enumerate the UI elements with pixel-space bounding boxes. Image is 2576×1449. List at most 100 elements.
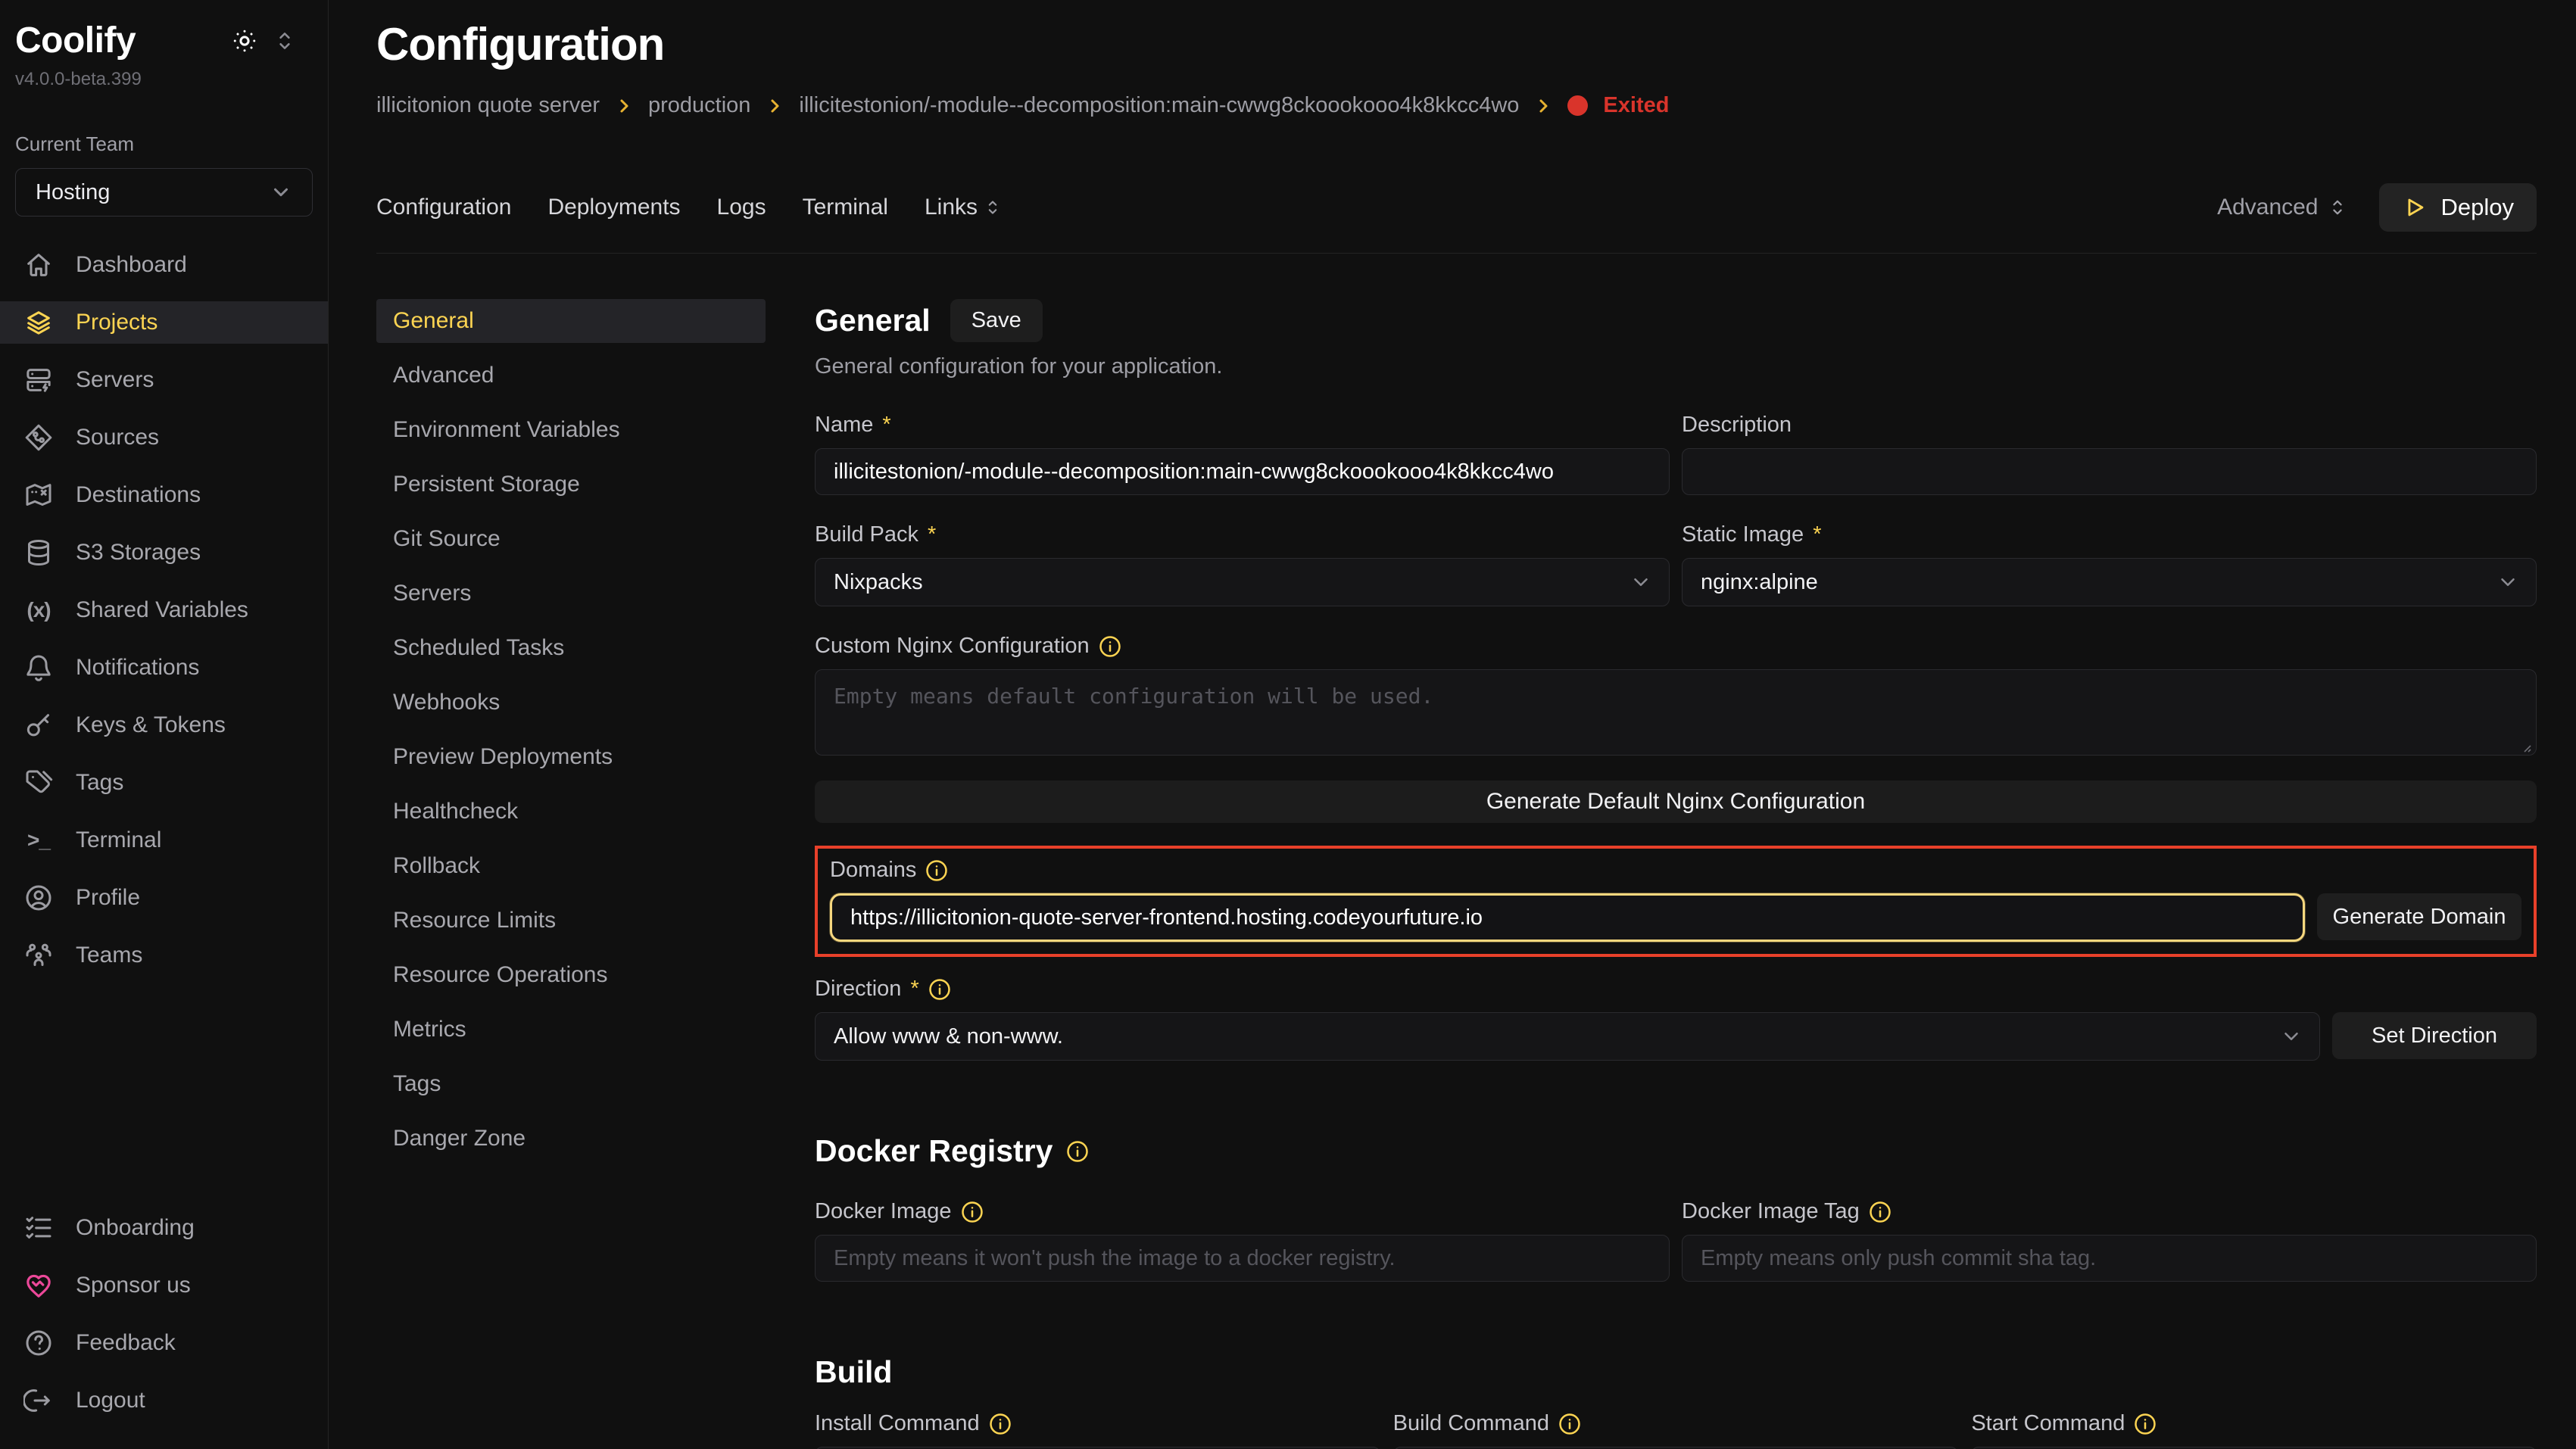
sidebar-item-sponsor-us[interactable]: Sponsor us bbox=[0, 1264, 328, 1307]
sidebar-item-tags[interactable]: Tags bbox=[0, 762, 328, 804]
tab-deployments[interactable]: Deployments bbox=[547, 195, 680, 220]
app-logo: Coolify bbox=[15, 20, 136, 61]
chevron-right-icon bbox=[615, 97, 633, 115]
tab-logs[interactable]: Logs bbox=[717, 195, 766, 220]
info-icon[interactable] bbox=[1066, 1140, 1089, 1163]
info-icon[interactable] bbox=[989, 1413, 1012, 1435]
subnav-item-metrics[interactable]: Metrics bbox=[376, 1008, 766, 1052]
set-direction-button[interactable]: Set Direction bbox=[2332, 1012, 2537, 1059]
logout-icon bbox=[23, 1385, 55, 1416]
sidebar-item-feedback[interactable]: Feedback bbox=[0, 1322, 328, 1364]
generate-nginx-button[interactable]: Generate Default Nginx Configuration bbox=[815, 781, 2537, 823]
sidebar-item-keys-tokens[interactable]: Keys & Tokens bbox=[0, 704, 328, 746]
sidebar-item-onboarding[interactable]: Onboarding bbox=[0, 1207, 328, 1249]
static-image-select[interactable]: nginx:alpine bbox=[1682, 558, 2537, 606]
sidebar-item-s3-storages[interactable]: S3 Storages bbox=[0, 531, 328, 574]
sidebar-item-label: Teams bbox=[76, 943, 142, 968]
checklist-icon bbox=[23, 1213, 55, 1243]
sidebar-item-sources[interactable]: Sources bbox=[0, 416, 328, 459]
advanced-select[interactable]: Advanced bbox=[2217, 195, 2345, 220]
git-source-icon bbox=[23, 422, 55, 453]
subnav-item-webhooks[interactable]: Webhooks bbox=[376, 681, 766, 724]
info-icon[interactable] bbox=[928, 978, 951, 1001]
direction-select[interactable]: Allow www & non-www. bbox=[815, 1012, 2320, 1061]
status-badge: Exited bbox=[1603, 93, 1669, 118]
info-icon[interactable] bbox=[2134, 1413, 2157, 1435]
breadcrumb: illicitonion quote server production ill… bbox=[376, 93, 2537, 118]
sidebar-item-logout[interactable]: Logout bbox=[0, 1379, 328, 1422]
description-label: Description bbox=[1682, 413, 1792, 438]
deploy-button-label: Deploy bbox=[2441, 194, 2515, 221]
team-select[interactable]: Hosting bbox=[15, 168, 313, 217]
subnav-item-advanced[interactable]: Advanced bbox=[376, 354, 766, 397]
breadcrumb-environment[interactable]: production bbox=[648, 93, 750, 118]
breadcrumb-application[interactable]: illicitestonion/-module--decomposition:m… bbox=[799, 93, 1519, 118]
sidebar-item-notifications[interactable]: Notifications bbox=[0, 647, 328, 689]
breadcrumb-project[interactable]: illicitonion quote server bbox=[376, 93, 600, 118]
sidebar-item-projects[interactable]: Projects bbox=[0, 301, 328, 344]
generate-domain-button[interactable]: Generate Domain bbox=[2317, 893, 2521, 940]
subnav-item-persistent-storage[interactable]: Persistent Storage bbox=[376, 463, 766, 506]
tab-configuration[interactable]: Configuration bbox=[376, 195, 511, 220]
sidebar-item-teams[interactable]: Teams bbox=[0, 934, 328, 977]
theme-sun-icon[interactable] bbox=[231, 27, 258, 55]
docker-image-input[interactable] bbox=[815, 1235, 1670, 1282]
description-input[interactable] bbox=[1682, 448, 2537, 495]
subnav-item-git-source[interactable]: Git Source bbox=[376, 517, 766, 561]
nginx-config-textarea[interactable] bbox=[815, 669, 2537, 756]
general-heading: General bbox=[815, 303, 931, 338]
domains-highlight-box: Domains Generate Domain bbox=[815, 846, 2537, 957]
chevron-right-icon bbox=[1534, 97, 1552, 115]
chevron-down-icon bbox=[2496, 571, 2519, 594]
sidebar-footer-nav: Onboarding Sponsor us Feedback Logout bbox=[0, 1207, 328, 1422]
sidebar-item-label: Keys & Tokens bbox=[76, 712, 226, 738]
docker-image-label: Docker Image bbox=[815, 1199, 952, 1224]
chevrons-updown-icon bbox=[2329, 197, 2346, 218]
subnav-item-servers[interactable]: Servers bbox=[376, 572, 766, 615]
required-asterisk: * bbox=[928, 522, 936, 547]
sidebar-item-profile[interactable]: Profile bbox=[0, 877, 328, 919]
sidebar-item-servers[interactable]: Servers bbox=[0, 359, 328, 401]
domains-input[interactable] bbox=[830, 893, 2305, 942]
sidebar-item-destinations[interactable]: Destinations bbox=[0, 474, 328, 516]
subnav-item-environment-variables[interactable]: Environment Variables bbox=[376, 408, 766, 452]
required-asterisk: * bbox=[882, 413, 890, 438]
subnav-item-danger-zone[interactable]: Danger Zone bbox=[376, 1117, 766, 1161]
info-icon[interactable] bbox=[961, 1201, 984, 1223]
info-icon[interactable] bbox=[1869, 1201, 1891, 1223]
tabs-divider bbox=[376, 253, 2537, 254]
info-icon[interactable] bbox=[925, 859, 948, 882]
subnav-item-scheduled-tasks[interactable]: Scheduled Tasks bbox=[376, 626, 766, 670]
subnav-item-resource-operations[interactable]: Resource Operations bbox=[376, 953, 766, 997]
deploy-button[interactable]: Deploy bbox=[2379, 183, 2537, 232]
sidebar-item-terminal[interactable]: >_ Terminal bbox=[0, 819, 328, 862]
main-content: Configuration illicitonion quote server … bbox=[329, 0, 2576, 1449]
braces-x-icon: (x) bbox=[23, 598, 55, 622]
resize-grip-icon[interactable] bbox=[2520, 741, 2532, 753]
sidebar-item-dashboard[interactable]: Dashboard bbox=[0, 244, 328, 286]
subnav-item-tags[interactable]: Tags bbox=[376, 1062, 766, 1106]
terminal-icon: >_ bbox=[23, 828, 55, 852]
subnav-item-healthcheck[interactable]: Healthcheck bbox=[376, 790, 766, 834]
name-input[interactable] bbox=[815, 448, 1670, 495]
subnav-item-rollback[interactable]: Rollback bbox=[376, 844, 766, 888]
tab-links[interactable]: Links bbox=[925, 195, 1000, 220]
info-icon[interactable] bbox=[1558, 1413, 1581, 1435]
server-icon bbox=[23, 365, 55, 395]
build-heading: Build bbox=[815, 1354, 2537, 1390]
subnav-item-general[interactable]: General bbox=[376, 299, 766, 343]
subnav-item-preview-deployments[interactable]: Preview Deployments bbox=[376, 735, 766, 779]
docker-image-tag-input[interactable] bbox=[1682, 1235, 2537, 1282]
static-image-value: nginx:alpine bbox=[1701, 570, 1818, 595]
theme-selector-chevrons-icon[interactable] bbox=[275, 30, 295, 52]
info-icon[interactable] bbox=[1099, 635, 1121, 658]
tab-terminal[interactable]: Terminal bbox=[803, 195, 888, 220]
subnav-item-resource-limits[interactable]: Resource Limits bbox=[376, 899, 766, 943]
sidebar-item-label: Terminal bbox=[76, 827, 161, 853]
sidebar-item-shared-variables[interactable]: (x) Shared Variables bbox=[0, 589, 328, 631]
save-button[interactable]: Save bbox=[950, 299, 1043, 342]
docker-registry-heading-label: Docker Registry bbox=[815, 1133, 1053, 1169]
help-circle-icon bbox=[23, 1328, 55, 1358]
build-pack-select[interactable]: Nixpacks bbox=[815, 558, 1670, 606]
install-command-label: Install Command bbox=[815, 1411, 980, 1436]
